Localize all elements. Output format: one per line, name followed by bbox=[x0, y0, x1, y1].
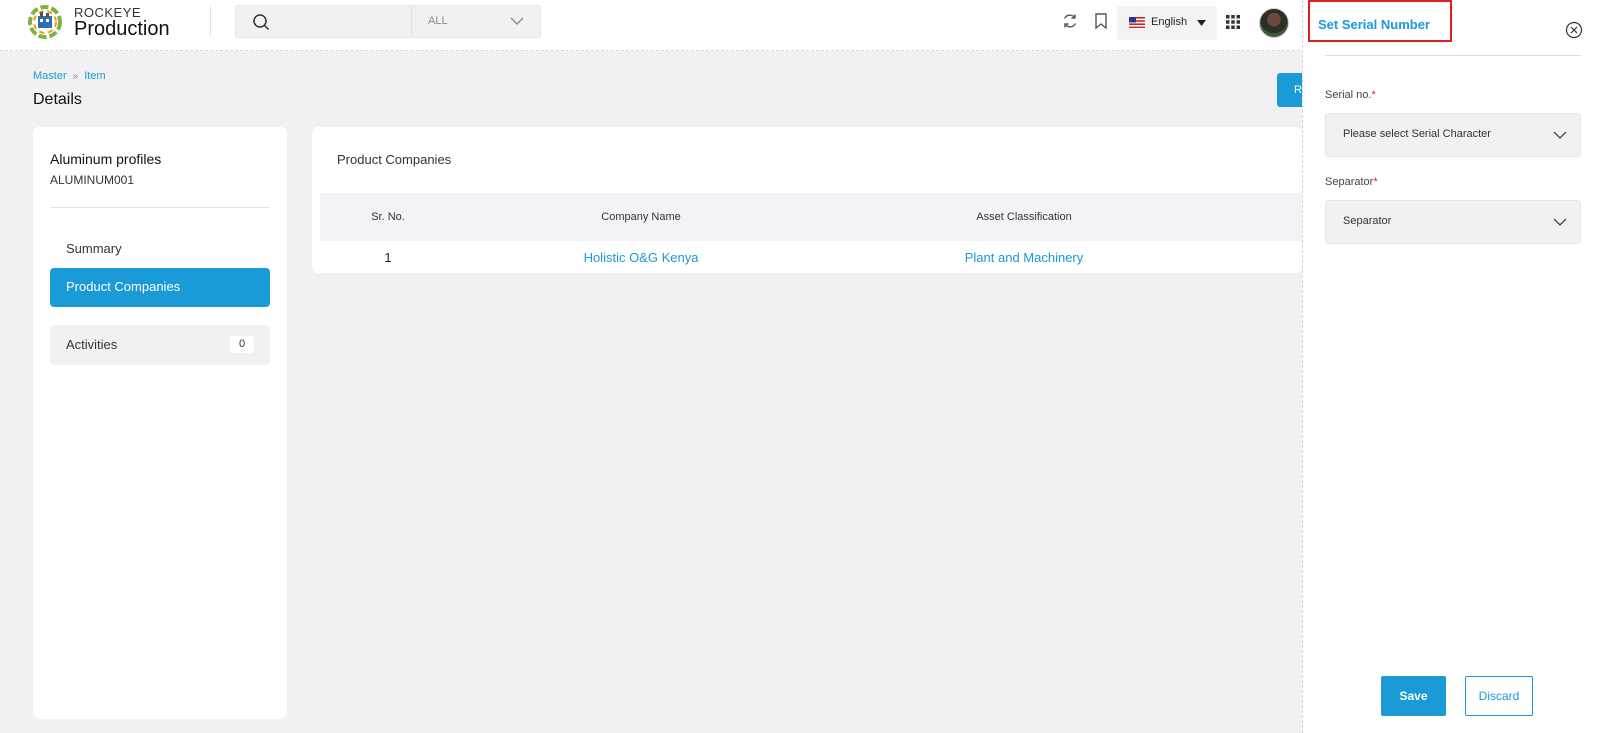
save-button[interactable]: Save bbox=[1381, 676, 1446, 716]
user-avatar[interactable] bbox=[1259, 8, 1289, 38]
breadcrumb-master[interactable]: Master bbox=[33, 70, 67, 82]
page-title: Details bbox=[33, 91, 82, 108]
cell-asset-classification-link[interactable]: Plant and Machinery bbox=[965, 250, 1084, 265]
column-header-sr-no[interactable]: Sr. No. bbox=[371, 211, 405, 223]
breadcrumb-item[interactable]: Item bbox=[84, 70, 105, 82]
set-serial-number-drawer: Set Serial Number Serial no.* Please sel… bbox=[1302, 0, 1600, 733]
nav-activities[interactable]: Activities 0 bbox=[50, 325, 270, 365]
us-flag-icon bbox=[1129, 17, 1145, 28]
chevron-down-icon bbox=[1553, 131, 1567, 139]
caret-down-icon bbox=[1197, 20, 1206, 26]
chevron-down-icon bbox=[1553, 218, 1567, 226]
item-code: ALUMINUM001 bbox=[50, 173, 135, 187]
cell-sr-no: 1 bbox=[384, 250, 392, 265]
apps-grid-icon[interactable] bbox=[1225, 14, 1241, 30]
bookmark-icon[interactable] bbox=[1092, 12, 1110, 30]
header-divider bbox=[210, 6, 211, 36]
serial-character-select[interactable]: Please select Serial Character bbox=[1325, 113, 1581, 157]
activities-count-badge: 0 bbox=[230, 336, 254, 353]
nav-summary[interactable]: Summary bbox=[50, 233, 270, 267]
separator-select[interactable]: Separator bbox=[1325, 200, 1581, 244]
table-header: Sr. No. Company Name Asset Classificatio… bbox=[320, 193, 1302, 241]
breadcrumb-separator-icon: » bbox=[72, 71, 79, 82]
column-header-company-name[interactable]: Company Name bbox=[601, 211, 680, 223]
separator-value: Separator bbox=[1343, 215, 1392, 227]
rockeye-logo[interactable] bbox=[27, 4, 63, 40]
cell-company-name-link[interactable]: Holistic O&G Kenya bbox=[584, 250, 699, 265]
search-category-select[interactable]: ALL bbox=[411, 6, 541, 37]
chevron-down-icon bbox=[510, 17, 524, 25]
nav-activities-label: Activities bbox=[66, 337, 118, 352]
nav-product-companies[interactable]: Product Companies bbox=[50, 268, 270, 307]
product-companies-card: Product Companies Sr. No. Company Name A… bbox=[312, 127, 1302, 273]
item-name: Aluminum profiles bbox=[50, 151, 162, 167]
close-icon[interactable] bbox=[1565, 21, 1583, 39]
item-detail-card: Aluminum profiles ALUMINUM001 Summary Pr… bbox=[33, 127, 287, 719]
drawer-title: Set Serial Number bbox=[1318, 17, 1430, 32]
breadcrumb: Master » Item bbox=[33, 70, 106, 82]
table-row: 1 Holistic O&G Kenya Plant and Machinery bbox=[320, 241, 1302, 273]
refresh-icon[interactable] bbox=[1061, 12, 1079, 30]
search-icon[interactable] bbox=[252, 13, 270, 31]
language-selector[interactable]: English bbox=[1117, 6, 1217, 40]
divider bbox=[50, 207, 270, 208]
column-header-asset-classification[interactable]: Asset Classification bbox=[976, 211, 1071, 223]
language-label: English bbox=[1151, 16, 1188, 28]
serial-no-label: Serial no.* bbox=[1325, 89, 1376, 101]
separator-label: Separator* bbox=[1325, 176, 1378, 188]
search-category-label: ALL bbox=[428, 15, 448, 27]
serial-character-value: Please select Serial Character bbox=[1343, 128, 1491, 140]
discard-button[interactable]: Discard bbox=[1465, 676, 1533, 716]
search-box: ALL bbox=[235, 5, 541, 38]
section-title: Product Companies bbox=[337, 152, 452, 167]
brand-main: Production bbox=[74, 18, 170, 40]
divider bbox=[1325, 55, 1581, 56]
